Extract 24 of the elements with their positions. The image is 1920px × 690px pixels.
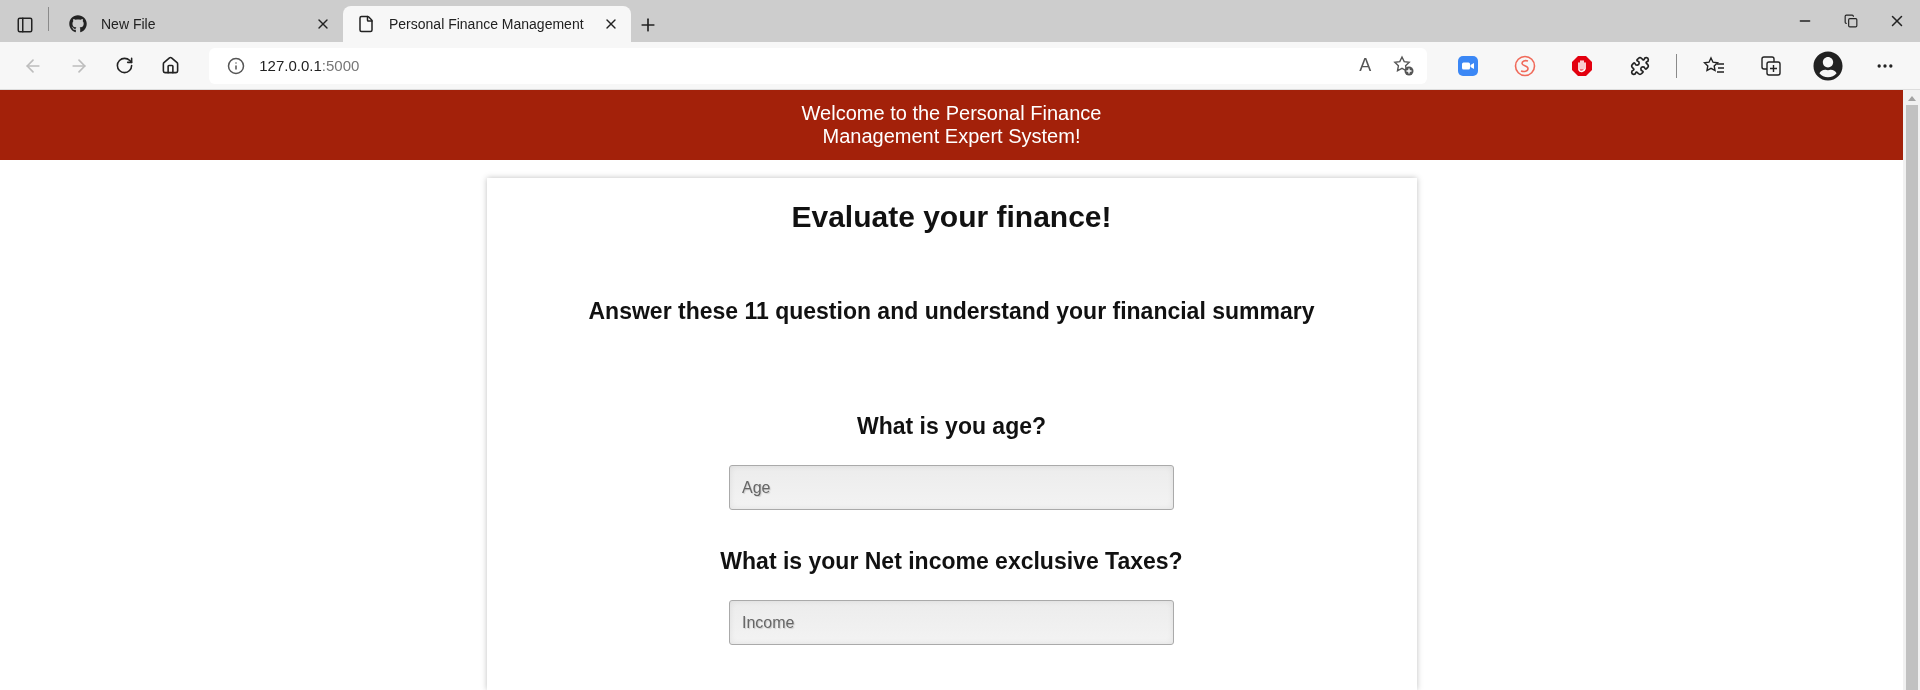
banner-text: Welcome to the Personal Finance [801, 102, 1102, 125]
question-label: What is your Net income exclusive Taxes? [720, 548, 1183, 575]
profile-avatar-icon[interactable] [1813, 50, 1844, 81]
scrollbar[interactable] [1903, 90, 1920, 690]
browser-tab[interactable]: New File [55, 6, 343, 42]
cat-silhouette-icon [69, 15, 87, 33]
stop-hand-icon[interactable] [1571, 54, 1594, 77]
banner-text: Management Expert System! [822, 125, 1081, 148]
extensions-icon[interactable] [1629, 55, 1650, 76]
form-subtitle: Answer these 11 question and understand your financial summary [588, 298, 1315, 325]
form-title: Evaluate your finance! [791, 200, 1112, 234]
page-icon [357, 15, 375, 33]
video-camera-icon[interactable] [1457, 55, 1478, 76]
favorites-icon[interactable] [1702, 55, 1725, 76]
swirl-logo-icon[interactable] [1514, 54, 1537, 77]
read-aloud-icon[interactable]: A [1359, 55, 1372, 76]
collections-icon[interactable] [1759, 54, 1782, 77]
browser-tab[interactable]: Personal Finance Management [343, 6, 631, 42]
star-plus-icon[interactable] [1393, 54, 1416, 77]
address-bar[interactable]: 127.0.0.1:5000 A [209, 47, 1428, 84]
question-label: What is you age? [856, 413, 1047, 440]
input-field[interactable]: Income [729, 600, 1174, 645]
input-field[interactable]: Age [729, 465, 1174, 510]
info-icon[interactable] [227, 56, 246, 75]
